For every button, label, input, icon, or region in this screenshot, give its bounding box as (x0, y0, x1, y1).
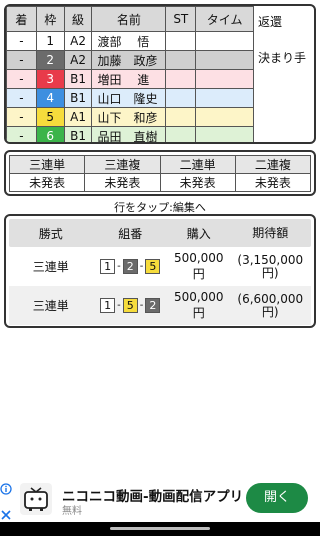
ad-title: ニコニコ動画-動画配信アプリ (62, 489, 244, 505)
st-cell (165, 31, 197, 51)
name-cell: 山下 和彦 (91, 107, 167, 127)
time-cell (195, 50, 254, 70)
bet-expected: (3,150,000円) (237, 252, 304, 280)
bets-col-type: 勝式 (38, 226, 63, 241)
bets-col-combo: 組番 (118, 226, 143, 241)
race-row[interactable]: -5 A1 山下 和彦 (6, 107, 254, 127)
col-name: 名前 (91, 6, 167, 32)
col-waku: 枠 (35, 6, 65, 32)
tv-icon (20, 483, 52, 515)
waku-cell: 6 (35, 126, 65, 142)
st-cell (165, 107, 197, 127)
race-row[interactable]: -3 B1 増田 進 (6, 69, 254, 89)
ad-info-icon[interactable] (0, 483, 12, 495)
bet-amount: 500,000円 (173, 290, 224, 320)
refund-label: 返還 (258, 15, 283, 29)
time-cell (195, 107, 254, 127)
combo-separator: - (139, 300, 144, 311)
waku-cell: 2 (35, 50, 65, 70)
name-cell: 品田 直樹 (91, 126, 167, 142)
rank-cell: - (6, 107, 37, 127)
payout-header: 三連単 (8, 155, 86, 174)
ad-open-button[interactable]: 開く (246, 483, 308, 513)
combo-number-chip: 1 (100, 259, 116, 274)
combo-number-chip: 5 (122, 298, 138, 313)
time-cell (195, 126, 254, 142)
waku-cell: 3 (35, 69, 65, 89)
time-cell (195, 88, 254, 108)
ad-banner[interactable]: ニコニコ動画-動画配信アプリ 無料 開く (0, 480, 320, 522)
combo-number-chip: 2 (145, 298, 161, 313)
waku-cell: 4 (35, 88, 65, 108)
kimarite-label: 決まり手 (258, 51, 307, 65)
col-rank: 着 (6, 6, 37, 32)
bet-row[interactable]: 三連単 1-2-5 500,000円 (3,150,000円) (9, 247, 311, 286)
combo-separator: - (117, 300, 121, 311)
rank-cell: - (6, 69, 37, 89)
class-cell: A1 (63, 107, 93, 127)
payout-panel: 三連単 三連複 二連単 二連複 未発表 未発表 未発表 未発表 (4, 150, 316, 196)
home-indicator[interactable] (110, 527, 210, 530)
bets-header: 勝式 組番 購入 期待額 (9, 219, 311, 247)
bet-combo: 1-5-2 (92, 298, 168, 313)
name-cell: 渡部 悟 (91, 31, 167, 51)
payout-value: 未発表 (159, 173, 236, 192)
col-st: ST (165, 6, 197, 32)
race-row[interactable]: -1 A2 渡部 悟 (6, 31, 254, 51)
st-cell (165, 88, 197, 108)
combo-number-chip: 2 (122, 259, 138, 274)
race-entry-panel: 着 枠 級 名前 ST タイム -1 A2 渡部 悟 -2 A2 加藤 政彦 -3 B1 増田 … (4, 4, 316, 144)
race-row[interactable]: -4 B1 山口 隆史 (6, 88, 254, 108)
time-cell (195, 69, 254, 89)
payout-header: 二連複 (234, 155, 312, 174)
bets-col-amount: 購入 (186, 226, 211, 241)
bets-col-expected: 期待額 (252, 225, 289, 240)
ad-subtitle: 無料 (62, 506, 82, 517)
tap-to-edit-hint: 行をタップ:編集へ (114, 201, 206, 214)
payout-value: 未発表 (84, 173, 161, 192)
rank-cell: - (6, 126, 37, 142)
payout-table: 三連単 三連複 二連単 二連複 未発表 未発表 未発表 未発表 (8, 155, 312, 192)
combo-separator: - (139, 261, 144, 272)
payout-value: 未発表 (234, 173, 312, 192)
class-cell: B1 (63, 126, 93, 142)
col-time: タイム (195, 6, 254, 32)
combo-separator: - (117, 261, 121, 272)
time-cell (195, 31, 254, 51)
class-cell: B1 (63, 69, 93, 89)
combo-number-chip: 1 (100, 298, 116, 313)
class-cell: B1 (63, 88, 93, 108)
bet-type: 三連単 (32, 260, 69, 274)
bet-expected: (6,600,000円) (237, 291, 304, 319)
name-cell: 山口 隆史 (91, 88, 167, 108)
bet-type: 三連単 (32, 299, 69, 313)
bet-amount: 500,000円 (173, 251, 224, 281)
ad-close-icon[interactable] (0, 509, 12, 521)
payout-header: 二連単 (159, 155, 236, 174)
name-cell: 加藤 政彦 (91, 50, 167, 70)
race-row[interactable]: -2 A2 加藤 政彦 (6, 50, 254, 70)
col-class: 級 (63, 6, 93, 32)
race-entry-table: 着 枠 級 名前 ST タイム -1 A2 渡部 悟 -2 A2 加藤 政彦 -3 B1 増田 … (6, 6, 254, 142)
st-cell (165, 50, 197, 70)
combo-number-chip: 5 (145, 259, 161, 274)
bet-row[interactable]: 三連単 1-5-2 500,000円 (6,600,000円) (9, 286, 311, 325)
race-row[interactable]: -6 B1 品田 直樹 (6, 126, 254, 142)
waku-cell: 1 (35, 31, 65, 51)
rank-cell: - (6, 31, 37, 51)
payout-header: 三連複 (84, 155, 161, 174)
payout-value: 未発表 (8, 173, 86, 192)
st-cell (165, 69, 197, 89)
waku-cell: 5 (35, 107, 65, 127)
system-nav-bar (0, 522, 320, 536)
bets-panel: 勝式 組番 購入 期待額 三連単 1-2-5 500,000円 (3,150,000円… (4, 214, 316, 328)
class-cell: A2 (63, 31, 93, 51)
race-table-header: 着 枠 級 名前 ST タイム (6, 6, 254, 32)
bet-combo: 1-2-5 (92, 259, 168, 274)
class-cell: A2 (63, 50, 93, 70)
rank-cell: - (6, 88, 37, 108)
rank-cell: - (6, 50, 37, 70)
st-cell (165, 126, 197, 142)
name-cell: 増田 進 (91, 69, 167, 89)
